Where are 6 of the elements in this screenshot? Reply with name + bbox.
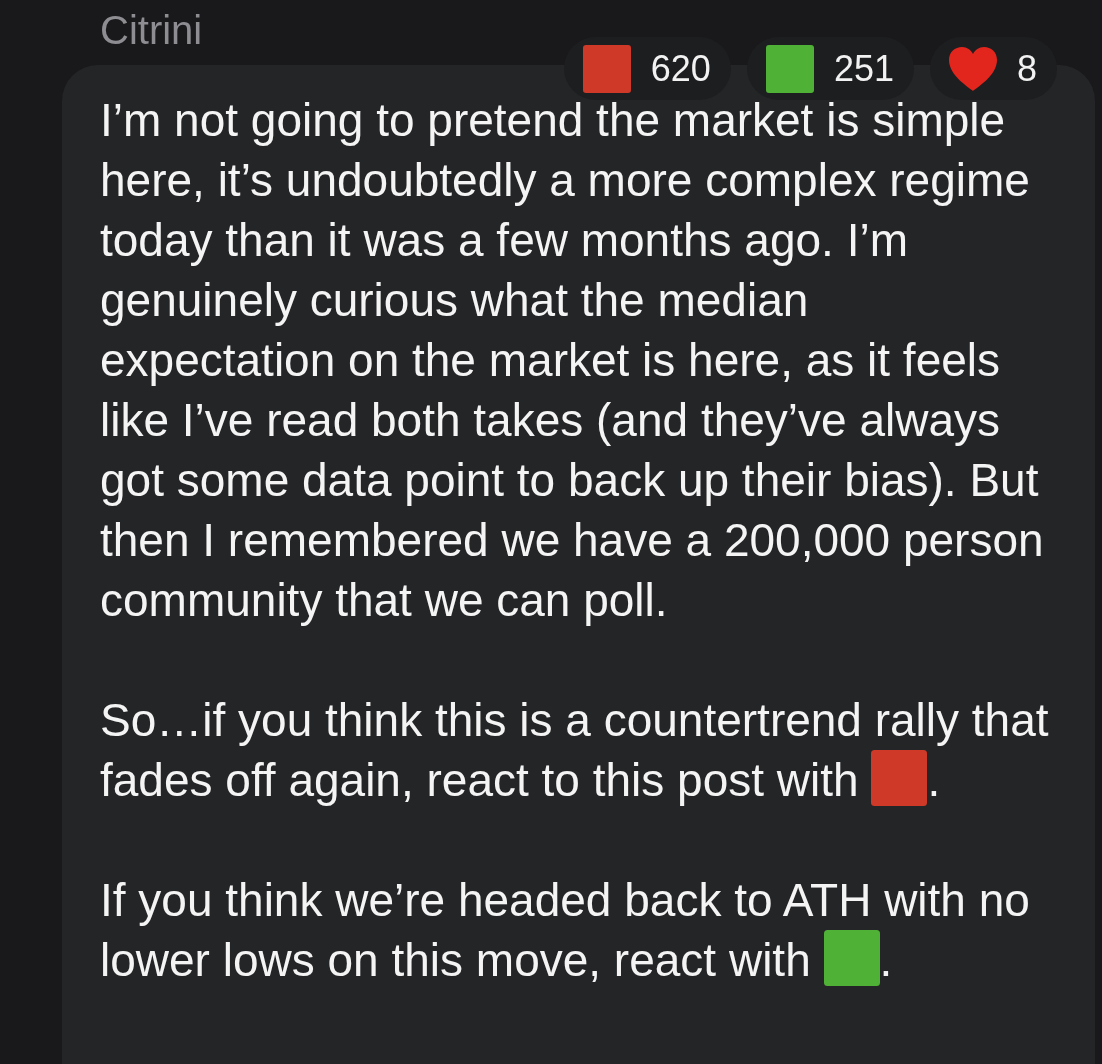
message-text: So…if you think this is a countertrend rally that fades off again, react to this post with . (100, 693, 1050, 808)
reaction-button[interactable]: 620 (563, 37, 731, 100)
reaction-button[interactable]: 251 (746, 37, 914, 100)
author-name: Citrini (100, 10, 203, 50)
reaction-button[interactable]: 8 (929, 37, 1057, 100)
message-text: If you think we’re headed back to ATH with no lower lows on this move, react with . (100, 873, 1031, 988)
